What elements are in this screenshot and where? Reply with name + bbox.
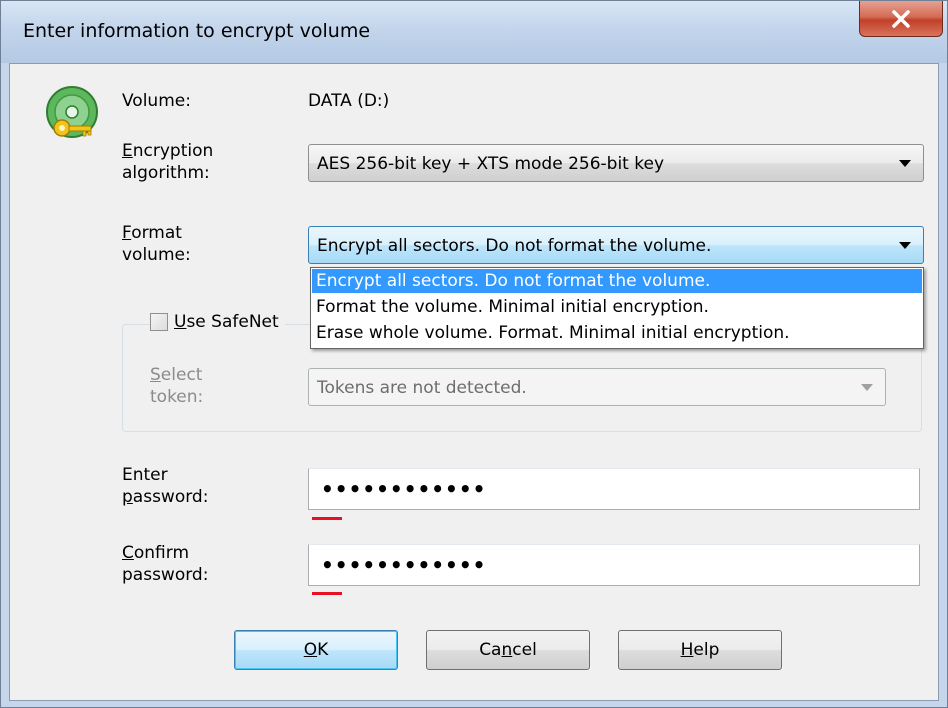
disk-key-icon (46, 86, 98, 138)
help-button[interactable]: Help (618, 630, 782, 670)
use-safenet-label: Use SafeNet (174, 312, 279, 332)
confirm-password-value: •••••••••••• (321, 553, 487, 577)
volume-value: DATA (D:) (308, 91, 390, 111)
dialog-window: Enter information to encrypt volume Volu… (0, 0, 948, 708)
chevron-down-icon[interactable] (899, 160, 911, 167)
select-token-select[interactable]: Tokens are not detected. (308, 368, 886, 406)
encryption-label: Encryption algorithm: (122, 141, 214, 183)
confirm-password-label: Confirm password: (122, 543, 209, 585)
dropdown-option-encrypt-all[interactable]: Encrypt all sectors. Do not format the v… (312, 269, 922, 293)
use-safenet-checkbox[interactable]: Use SafeNet (150, 310, 285, 334)
enter-password-label: Enter password: (122, 465, 209, 507)
format-volume-select[interactable]: Encrypt all sectors. Do not format the v… (308, 226, 924, 264)
title-bar[interactable]: Enter information to encrypt volume (1, 1, 947, 63)
close-icon (892, 9, 910, 28)
chevron-down-icon[interactable] (899, 242, 911, 249)
window-title: Enter information to encrypt volume (23, 20, 371, 42)
dialog-body: Volume: DATA (D:) Encryption algorithm: … (9, 63, 939, 701)
format-label: Format volume: (122, 223, 191, 265)
format-volume-value: Encrypt all sectors. Do not format the v… (317, 236, 712, 256)
select-token-label: Select token: (150, 365, 204, 407)
encryption-algorithm-select[interactable]: AES 256-bit key + XTS mode 256-bit key (308, 144, 924, 182)
volume-label: Volume: (122, 91, 191, 111)
checkbox-box[interactable] (150, 313, 168, 331)
dropdown-option-format-minimal[interactable]: Format the volume. Minimal initial encry… (312, 295, 922, 319)
password-error-mark (312, 517, 342, 520)
select-token-value: Tokens are not detected. (317, 378, 527, 398)
password-input[interactable]: •••••••••••• (308, 468, 920, 510)
ok-button[interactable]: OK (234, 630, 398, 670)
dropdown-option-erase-whole[interactable]: Erase whole volume. Format. Minimal init… (312, 321, 922, 345)
confirm-password-input[interactable]: •••••••••••• (308, 544, 920, 586)
confirm-password-error-mark (312, 592, 342, 595)
cancel-button[interactable]: Cancel (426, 630, 590, 670)
encryption-algorithm-value: AES 256-bit key + XTS mode 256-bit key (317, 154, 665, 174)
close-button[interactable] (859, 1, 943, 37)
format-volume-dropdown-list: Encrypt all sectors. Do not format the v… (310, 267, 924, 349)
chevron-down-icon[interactable] (861, 384, 873, 391)
password-value: •••••••••••• (321, 477, 487, 501)
